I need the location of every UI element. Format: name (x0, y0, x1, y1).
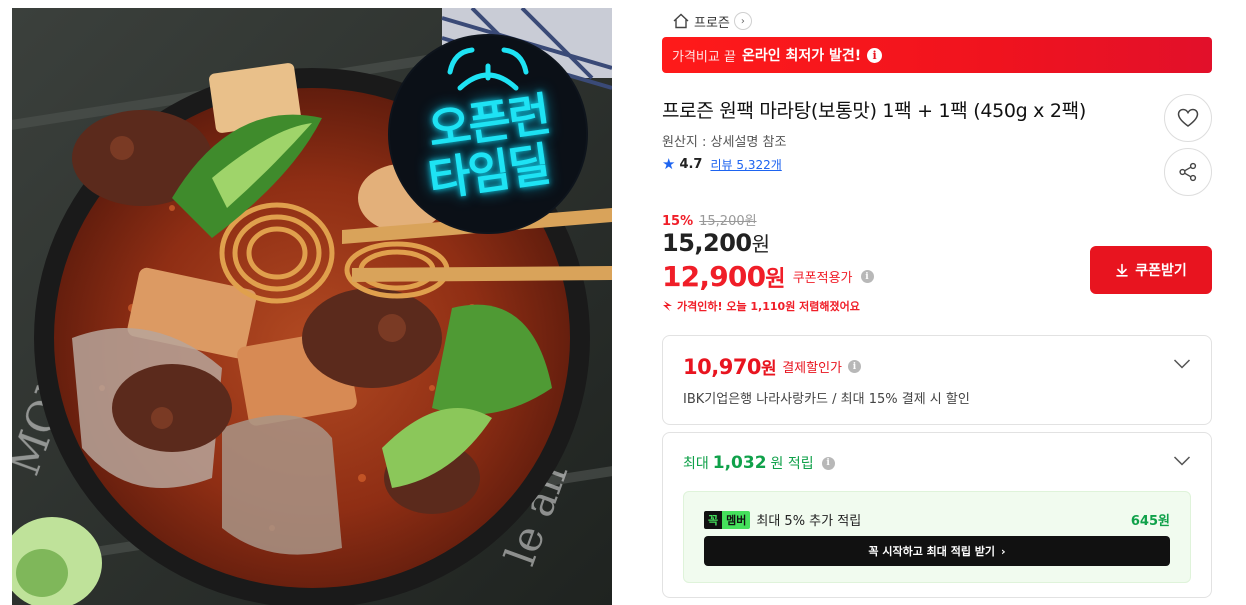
time-deal-badge: 오픈런 타임딜 (390, 36, 586, 232)
coupon-price: 12,900원 (662, 260, 786, 293)
member-benefit-box: 꼭 멤버 최대 5% 추가 적립 645원 꼭 시작하고 최대 적립 받기 › (683, 491, 1191, 583)
points-card[interactable]: 최대 1,032 원 적립 i 꼭 멤버 최대 5% 추가 적립 645원 꼭 … (662, 432, 1212, 598)
alarm-clock-icon (447, 47, 529, 91)
start-member-label: 꼭 시작하고 최대 적립 받기 (868, 545, 996, 558)
coupon-price-label: 쿠폰적용가 (792, 271, 853, 286)
product-title: 프로즌 원팩 마라탕(보통맛) 1팩 + 1팩 (450g x 2팩) (662, 100, 1086, 122)
discount-row: 15% 15,200원 (662, 210, 757, 229)
discount-rate: 15% (662, 214, 694, 229)
banner-highlight: 온라인 최저가 발견! (741, 48, 862, 64)
review-count-link[interactable]: 리뷰 5,322개 (710, 156, 781, 173)
share-button[interactable] (1164, 148, 1212, 196)
breadcrumb-chevron-icon[interactable]: › (733, 12, 752, 30)
payment-discount-head: 10,970원 결제할인가 i (683, 354, 861, 379)
rating-score: 4.7 (679, 157, 703, 172)
points-prefix: 최대 (683, 456, 709, 472)
down-arrow-icon (663, 301, 672, 311)
payment-price-unit: 원 (761, 359, 777, 379)
sale-price-number: 15,200 (662, 229, 752, 257)
points-amount: 1,032 (712, 453, 767, 473)
member-badge-mark: 꼭 (704, 510, 723, 529)
member-badge: 꼭 멤버 (704, 510, 751, 529)
start-member-button[interactable]: 꼭 시작하고 최대 적립 받기 › (704, 536, 1170, 566)
star-icon: ★ (662, 155, 676, 173)
payment-discount-price: 10,970원 (683, 354, 777, 379)
get-coupon-button[interactable]: 쿠폰받기 (1090, 246, 1212, 294)
coupon-price-row: 12,900원 쿠폰적용가 i (662, 260, 874, 293)
points-head: 최대 1,032 원 적립 i (683, 453, 835, 473)
member-points: 645원 (1130, 514, 1170, 529)
member-benefit-row: 꼭 멤버 최대 5% 추가 적립 (704, 510, 861, 529)
heart-icon (1177, 108, 1199, 127)
product-image[interactable]: MON pie BE I le air (12, 8, 612, 605)
chevron-down-icon[interactable] (1173, 358, 1191, 370)
home-icon[interactable] (672, 12, 690, 30)
sale-price-unit: 원 (751, 232, 770, 256)
payment-discount-card[interactable]: 10,970원 결제할인가 i IBK기업은행 나라사랑카드 / 최대 15% … (662, 335, 1212, 425)
coupon-price-number: 12,900 (662, 260, 766, 293)
product-rating: ★ 4.7 리뷰 5,322개 (662, 156, 782, 173)
download-icon (1116, 263, 1129, 277)
member-badge-text: 멤버 (722, 510, 751, 529)
product-origin: 원산지 : 상세설명 참조 (662, 135, 787, 150)
sale-price: 15,200원 (662, 228, 770, 257)
chevron-right-icon: › (1001, 544, 1006, 558)
lowest-price-banner[interactable]: 가격비교 끝 온라인 최저가 발견! i (662, 37, 1212, 73)
price-drop-text: 가격인하! 오늘 1,110원 저렴해졌어요 (677, 300, 860, 313)
product-info-panel: 프로즌 › 가격비교 끝 온라인 최저가 발견! i 프로즌 원팩 마라탕(보통… (662, 0, 1212, 605)
chevron-down-icon[interactable] (1173, 455, 1191, 467)
info-icon[interactable]: i (848, 360, 861, 373)
get-coupon-label: 쿠폰받기 (1135, 263, 1187, 279)
info-icon[interactable]: i (860, 270, 874, 283)
price-drop-note: 가격인하! 오늘 1,110원 저렴해졌어요 (662, 298, 860, 314)
original-price: 15,200원 (699, 214, 757, 229)
share-icon (1179, 162, 1197, 182)
breadcrumb-category[interactable]: 프로즌 (694, 12, 730, 31)
member-benefit-text: 최대 5% 추가 적립 (756, 514, 862, 529)
like-button[interactable] (1164, 94, 1212, 142)
payment-price-number: 10,970 (683, 355, 762, 379)
coupon-price-unit: 원 (765, 267, 785, 292)
payment-discount-label: 결제할인가 (782, 361, 842, 376)
payment-discount-description: IBK기업은행 나라사랑카드 / 최대 15% 결제 시 할인 (683, 392, 970, 407)
info-icon[interactable]: i (867, 47, 883, 63)
info-icon[interactable]: i (821, 456, 835, 470)
breadcrumb: 프로즌 › (672, 10, 752, 32)
banner-prefix: 가격비교 끝 (672, 49, 736, 65)
points-suffix: 원 적립 (770, 456, 814, 472)
